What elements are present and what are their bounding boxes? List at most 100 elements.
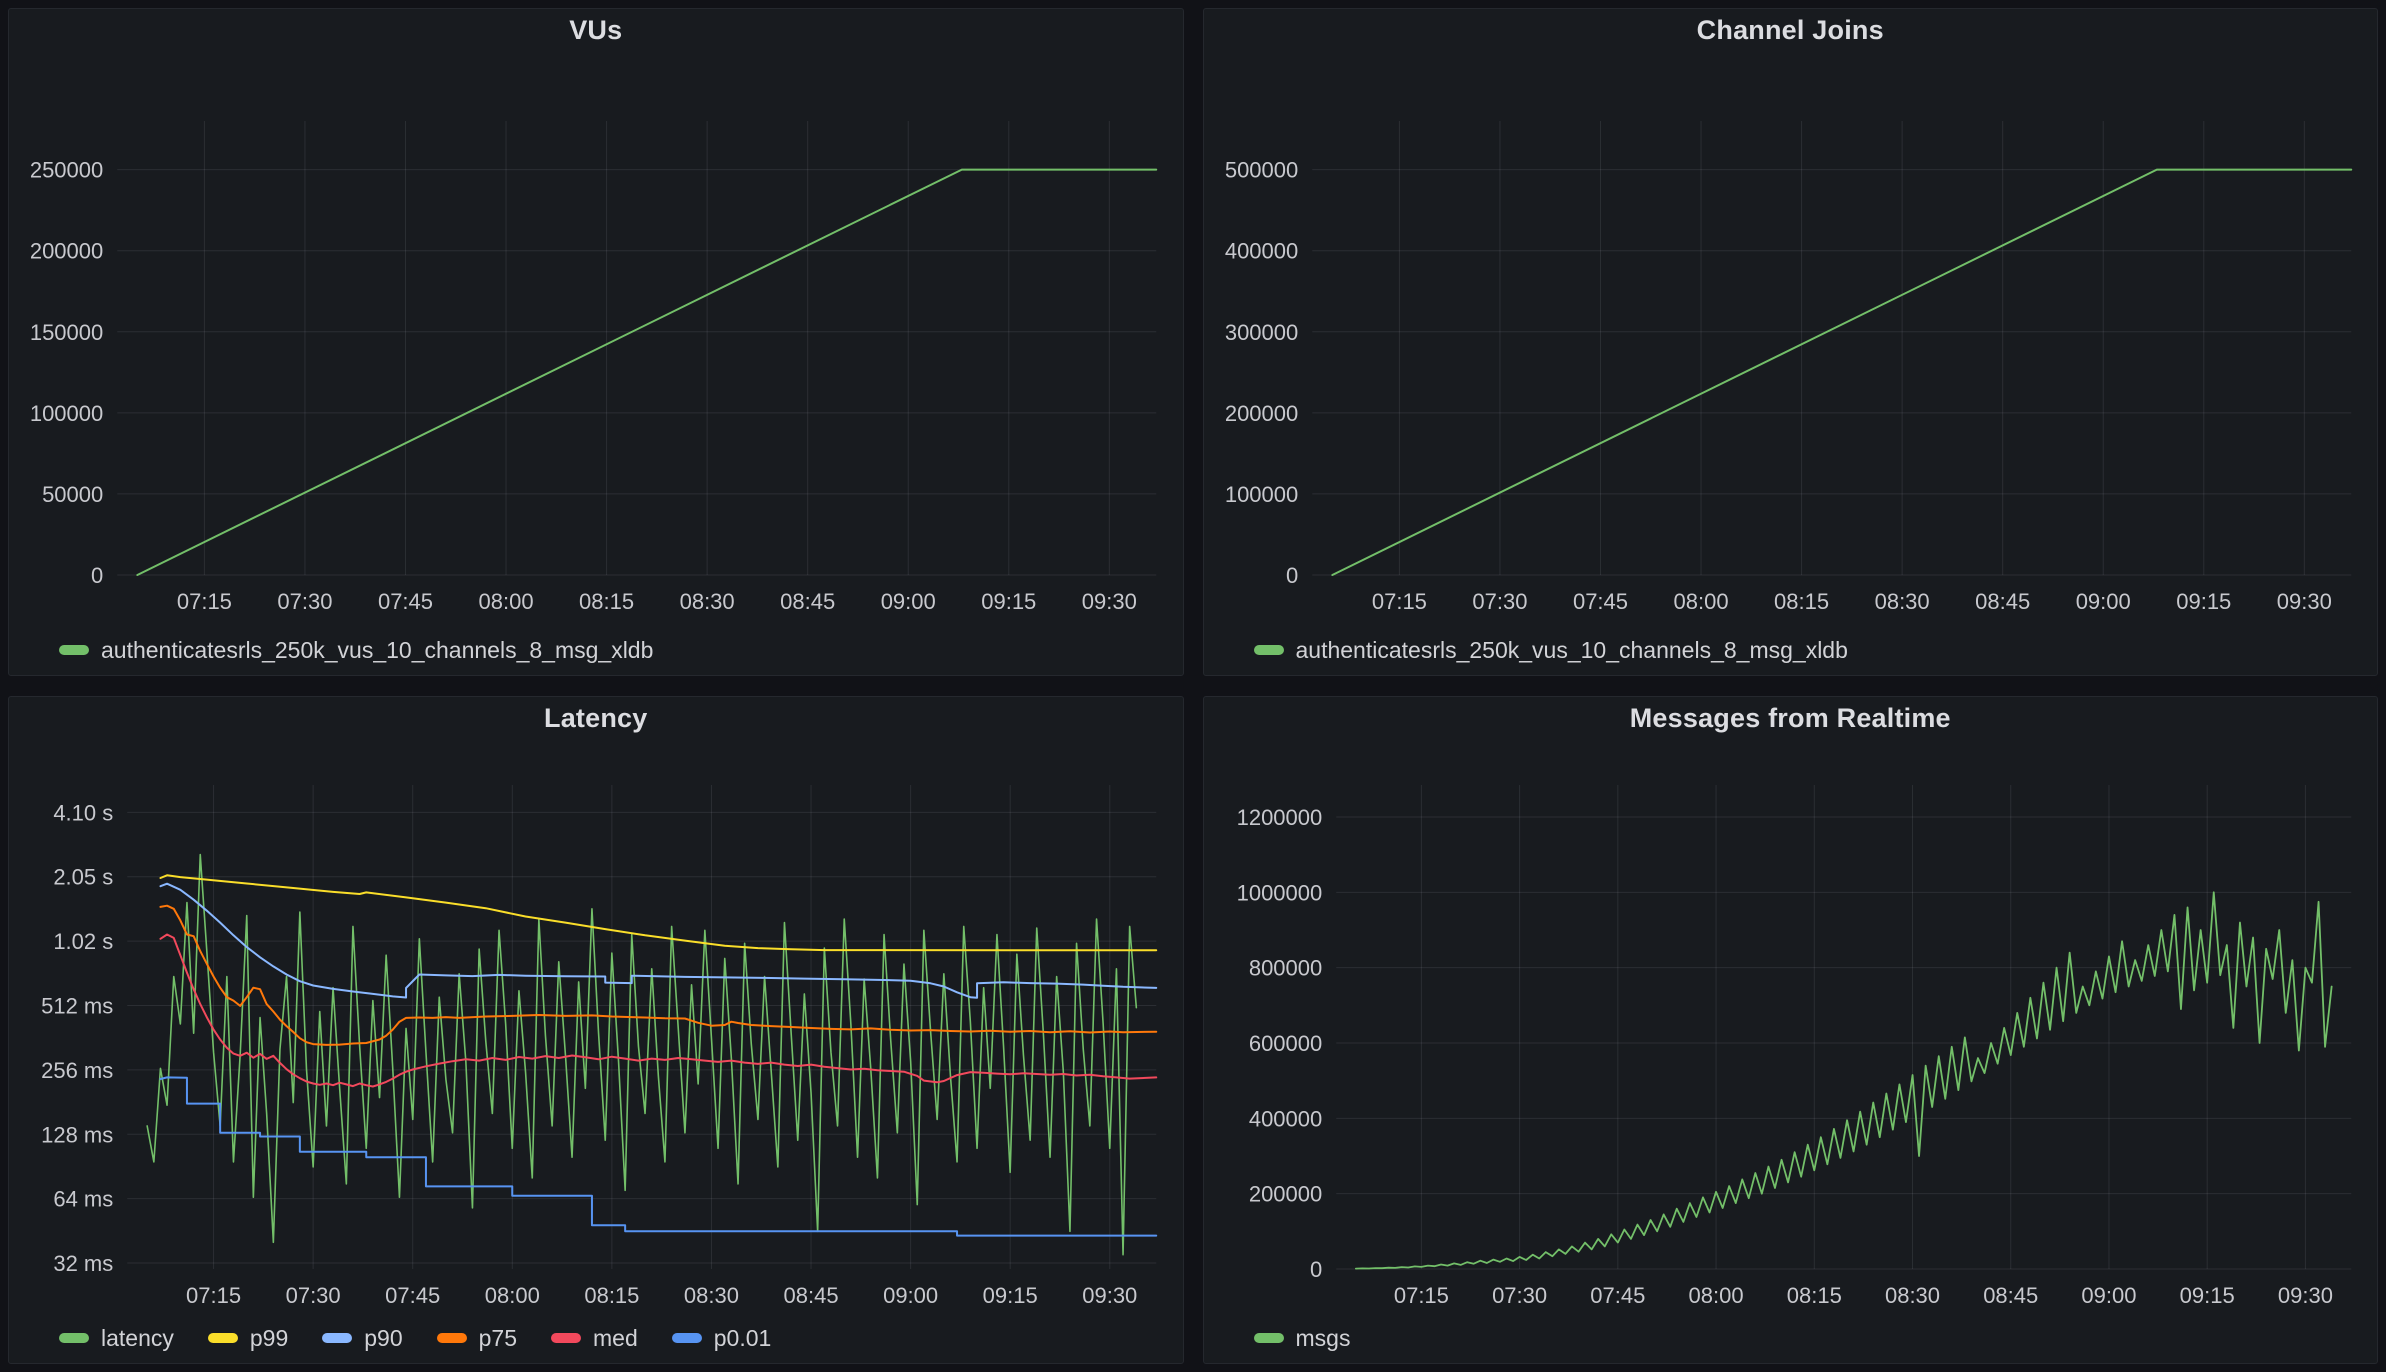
y-tick-label: 800000: [1248, 956, 1321, 981]
x-tick-label: 07:45: [378, 589, 433, 614]
legend-label: p99: [250, 1325, 288, 1352]
x-tick-label: 07:30: [286, 1283, 341, 1308]
x-tick-label: 09:30: [2276, 589, 2331, 614]
legend-item-p99[interactable]: p99: [208, 1325, 288, 1352]
x-tick-label: 09:15: [2179, 1283, 2234, 1308]
x-tick-label: 08:45: [1983, 1283, 2038, 1308]
legend-item-p90[interactable]: p90: [322, 1325, 402, 1352]
series-line-authenticatesrls_250k_vus_10_channels_8_msg_xldb: [137, 170, 1156, 575]
x-tick-label: 09:30: [2277, 1283, 2332, 1308]
channel-joins-legend: authenticatesrls_250k_vus_10_channels_8_…: [1204, 631, 2378, 675]
x-tick-label: 09:00: [2081, 1283, 2136, 1308]
legend-item-p0.01[interactable]: p0.01: [672, 1325, 772, 1352]
x-tick-label: 07:30: [1472, 589, 1527, 614]
y-tick-label: 64 ms: [53, 1187, 113, 1212]
y-tick-label: 50000: [42, 482, 103, 507]
grafana-dashboard: VUs 07:1507:3007:4508:0008:1508:3008:450…: [0, 0, 2386, 1372]
x-tick-label: 08:45: [1975, 589, 2030, 614]
y-tick-label: 200000: [1224, 401, 1297, 426]
y-tick-label: 600000: [1248, 1031, 1321, 1056]
x-tick-label: 09:30: [1082, 1283, 1137, 1308]
legend-swatch-p99: [208, 1333, 238, 1343]
y-tick-label: 1000000: [1236, 880, 1322, 905]
legend-swatch-p0.01: [672, 1333, 702, 1343]
x-tick-label: 07:15: [177, 589, 232, 614]
x-tick-label: 09:15: [981, 589, 1036, 614]
legend-item-latency[interactable]: latency: [59, 1325, 174, 1352]
y-tick-label: 0: [1310, 1257, 1322, 1282]
y-tick-label: 1.02 s: [53, 929, 113, 954]
legend-swatch-med: [551, 1333, 581, 1343]
y-tick-label: 500000: [1224, 158, 1297, 183]
y-tick-label: 1200000: [1236, 805, 1322, 830]
x-tick-label: 08:45: [784, 1283, 839, 1308]
latency-chart-canvas[interactable]: 07:15 07:30 07:45 08:00 08:15 08:30 08:45 09:00…: [9, 739, 1183, 1319]
x-tick-label: 09:30: [1082, 589, 1137, 614]
channel-joins-chart-canvas[interactable]: 07:1507:3007:4508:0008:1508:3008:4509:00…: [1204, 51, 2378, 631]
x-tick-label: 07:30: [277, 589, 332, 614]
panel-title-latency[interactable]: Latency: [9, 697, 1183, 739]
y-tick-label: 256 ms: [41, 1058, 113, 1083]
panel-title-messages[interactable]: Messages from Realtime: [1204, 697, 2378, 739]
x-tick-label: 07:30: [1492, 1283, 1547, 1308]
y-tick-label: 100000: [30, 401, 103, 426]
legend-label: msgs: [1296, 1325, 1351, 1352]
legend-swatch-p75: [437, 1333, 467, 1343]
legend-label: p0.01: [714, 1325, 772, 1352]
x-tick-label: 08:00: [1673, 589, 1728, 614]
messages-chart-canvas[interactable]: 07:1507:3007:4508:0008:1508:3008:4509:00…: [1204, 739, 2378, 1319]
x-tick-label: 08:15: [579, 589, 634, 614]
x-tick-label: 08:00: [479, 589, 534, 614]
legend-swatch-msgs: [1254, 1333, 1284, 1343]
x-tick-label: 08:30: [684, 1283, 739, 1308]
x-tick-label: 08:15: [1774, 589, 1829, 614]
panel-latency: Latency 07:15 07:30 07:45 08:00 08:15 08:30 08…: [8, 696, 1184, 1364]
x-tick-label: 08:00: [485, 1283, 540, 1308]
x-tick-label: 08:15: [584, 1283, 639, 1308]
legend-swatch-p90: [322, 1333, 352, 1343]
x-tick-label: 09:00: [883, 1283, 938, 1308]
legend-item-authenticatesrls_250k_vus_10_channels_8_msg_xldb[interactable]: authenticatesrls_250k_vus_10_channels_8_…: [1254, 637, 1848, 664]
x-tick-label: 08:30: [680, 589, 735, 614]
x-tick-label: 09:15: [983, 1283, 1038, 1308]
legend-item-msgs[interactable]: msgs: [1254, 1325, 1351, 1352]
y-tick-label: 200000: [1248, 1182, 1321, 1207]
x-tick-label: 07:45: [1590, 1283, 1645, 1308]
legend-swatch-authenticatesrls_250k_vus_10_channels_8_msg_xldb: [1254, 645, 1284, 655]
series-line-latency: [147, 855, 1136, 1255]
vus-legend: authenticatesrls_250k_vus_10_channels_8_…: [9, 631, 1183, 675]
panel-messages-from-realtime: Messages from Realtime 07:1507:3007:4508…: [1203, 696, 2379, 1364]
vus-chart-canvas[interactable]: 07:1507:3007:4508:0008:1508:3008:4509:00…: [9, 51, 1183, 631]
x-tick-label: 08:45: [780, 589, 835, 614]
legend-item-p75[interactable]: p75: [437, 1325, 517, 1352]
y-tick-label: 400000: [1248, 1106, 1321, 1131]
x-tick-label: 08:00: [1688, 1283, 1743, 1308]
x-tick-label: 07:15: [1393, 1283, 1448, 1308]
x-tick-label: 07:15: [186, 1283, 241, 1308]
y-tick-label: 0: [91, 563, 103, 588]
panel-vus: VUs 07:15 07:30 07:45 08:00 08:15 08:30 08:45 0…: [8, 8, 1184, 676]
legend-item-authenticatesrls_250k_vus_10_channels_8_msg_xldb[interactable]: authenticatesrls_250k_vus_10_channels_8_…: [59, 637, 653, 664]
legend-label: authenticatesrls_250k_vus_10_channels_8_…: [101, 637, 653, 664]
messages-legend: msgs: [1204, 1319, 2378, 1363]
panel-title-vus[interactable]: VUs: [9, 9, 1183, 51]
series-line-msgs: [1355, 892, 2331, 1268]
y-tick-label: 150000: [30, 320, 103, 345]
panel-channel-joins: Channel Joins 07:1507:3007:4508:0008:150…: [1203, 8, 2379, 676]
series-line-p99: [160, 875, 1156, 950]
legend-swatch-authenticatesrls_250k_vus_10_channels_8_msg_xldb: [59, 645, 89, 655]
x-tick-label: 07:45: [1572, 589, 1627, 614]
y-tick-label: 0: [1286, 563, 1298, 588]
x-tick-label: 07:45: [385, 1283, 440, 1308]
legend-item-med[interactable]: med: [551, 1325, 638, 1352]
y-tick-label: 32 ms: [53, 1251, 113, 1276]
y-tick-label: 100000: [1224, 482, 1297, 507]
series-line-authenticatesrls_250k_vus_10_channels_8_msg_xldb: [1332, 170, 2351, 575]
y-tick-label: 128 ms: [41, 1122, 113, 1147]
y-tick-label: 2.05 s: [53, 865, 113, 890]
legend-swatch-latency: [59, 1333, 89, 1343]
panel-title-channel-joins[interactable]: Channel Joins: [1204, 9, 2378, 51]
y-tick-label: 200000: [30, 239, 103, 264]
x-tick-label: 08:30: [1884, 1283, 1939, 1308]
y-tick-label: 400000: [1224, 239, 1297, 264]
